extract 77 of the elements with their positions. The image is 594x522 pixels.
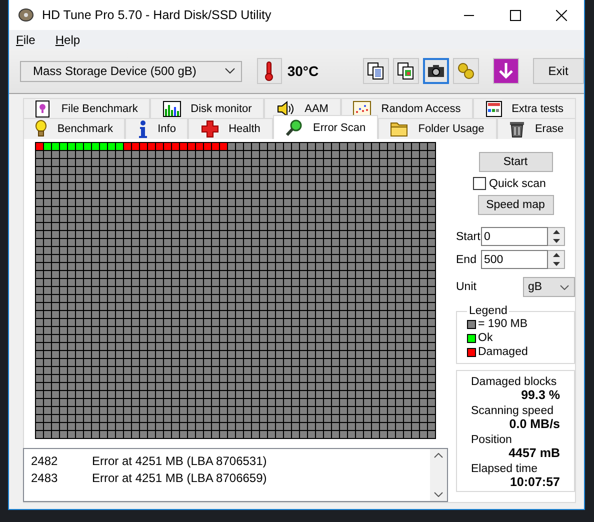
bar-chart-icon (162, 100, 181, 116)
up-arrow-icon (552, 253, 560, 258)
tab[interactable]: Disk monitor (150, 98, 264, 118)
up-arrow-icon (552, 230, 560, 234)
menu-item[interactable]: File (16, 32, 36, 47)
down-arrow-icon (552, 262, 560, 266)
log-number: 2483 (31, 470, 59, 484)
thermometer-icon (264, 61, 274, 82)
stat-label: Elapsed time (471, 463, 538, 475)
folder-icon (390, 121, 408, 137)
group-title: Legend (468, 305, 508, 317)
legend-label: Ok (478, 332, 493, 344)
stat-value: 10:07:57 (508, 475, 560, 489)
number-field[interactable]: 0 (481, 227, 548, 246)
calculator-icon (486, 100, 502, 116)
maximize-icon (510, 10, 520, 20)
scroll-up-icon (434, 453, 443, 458)
chevron-down-icon (560, 284, 569, 290)
close-icon (556, 10, 566, 20)
legend-label: = 190 MB (478, 318, 528, 330)
tab[interactable]: Extra tests (473, 98, 576, 118)
stat-value: 0.0 MB/s (508, 417, 560, 431)
unit-dropdown[interactable]: gB (523, 277, 575, 297)
magnifier-icon (285, 118, 304, 136)
tab[interactable]: Health (188, 118, 273, 139)
checkbox[interactable] (473, 177, 486, 190)
stat-label: Position (471, 434, 513, 446)
down-arrow-icon (552, 238, 560, 243)
tab[interactable]: Folder Usage (378, 118, 497, 139)
window-title: HD Tune Pro 5.70 - Hard Disk/SSD Utility (42, 8, 272, 22)
speed-map-button[interactable]: Speed map (478, 195, 554, 215)
field-label: End (456, 254, 478, 266)
chevron-down-icon (224, 68, 235, 74)
copy-image-icon (396, 62, 415, 80)
field-label: Start (456, 230, 481, 242)
info-icon (138, 120, 148, 138)
log-message: Error at 4251 MB (LBA 8706531) (92, 454, 267, 468)
tab[interactable]: Error Scan (272, 115, 378, 139)
scroll-down-icon (434, 492, 443, 497)
spin-buttons[interactable] (548, 250, 565, 269)
tab[interactable]: Erase (496, 118, 576, 139)
number-field[interactable]: 500 (481, 250, 548, 269)
temperature-reading: 30°C (287, 63, 319, 80)
menu-item[interactable]: Help (55, 32, 80, 47)
bulb-icon (35, 120, 48, 138)
tab[interactable]: Random Access (340, 98, 474, 118)
toolbar-button[interactable] (392, 58, 419, 84)
scatter-plot-icon (353, 100, 372, 116)
cross-icon (200, 120, 219, 138)
tab[interactable]: Benchmark (23, 118, 126, 139)
tab[interactable]: File Benchmark (23, 98, 150, 118)
spin-buttons[interactable] (548, 227, 565, 246)
log-number: 2482 (31, 454, 59, 468)
field-label: Unit (456, 281, 476, 293)
tab[interactable]: AAM (264, 98, 341, 118)
disk-drive-icon (18, 7, 34, 23)
tab[interactable]: Info (125, 118, 188, 139)
log-message: Error at 4251 MB (LBA 8706659) (92, 470, 267, 484)
speaker-icon (276, 100, 295, 116)
stat-label: Damaged blocks (471, 376, 558, 388)
start-button[interactable]: Start (478, 152, 552, 172)
exit-button[interactable]: Exit (532, 58, 584, 84)
stat-value: 99.3 % (520, 388, 560, 402)
stat-value: 4457 mB (508, 446, 560, 460)
thermometer-button[interactable] (256, 58, 282, 84)
toolbar-button[interactable] (422, 58, 449, 84)
legend-label: Damaged (478, 346, 528, 358)
document-icon (35, 100, 52, 118)
drive-dropdown[interactable]: Mass Storage Device (500 gB) (20, 60, 242, 82)
checkbox-label: Quick scan (489, 178, 546, 190)
copy-text-icon (366, 62, 385, 80)
toolbar-button[interactable] (362, 58, 389, 84)
gears-icon (456, 62, 475, 80)
stat-label: Scanning speed (471, 405, 554, 417)
camera-icon (426, 63, 445, 80)
scrollbar[interactable] (430, 449, 447, 501)
minimize-icon (464, 14, 474, 16)
